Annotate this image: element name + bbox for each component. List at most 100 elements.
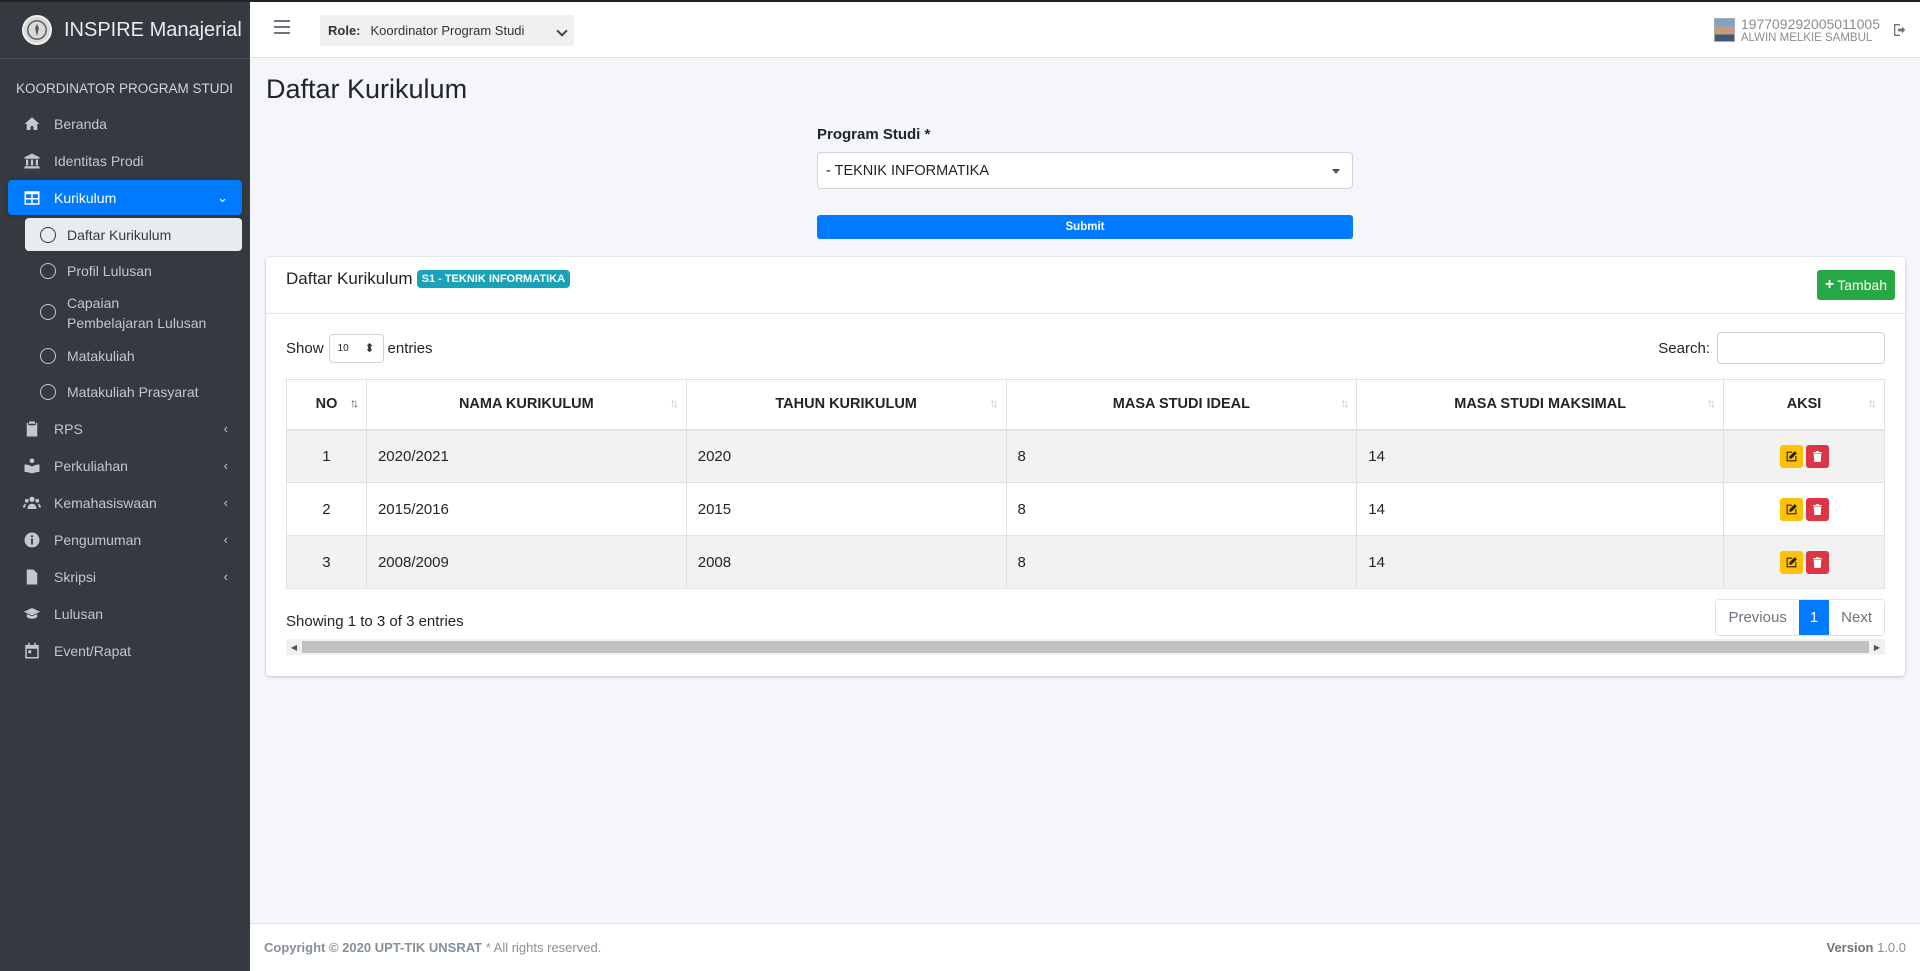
top-navbar: Role: Koordinator Program Studi 19770929… — [250, 0, 1920, 58]
sidebar-subitem-matakuliah[interactable]: Matakuliah — [25, 339, 242, 372]
footer-version: Version 1.0.0 — [1827, 940, 1907, 955]
delete-button[interactable] — [1805, 497, 1829, 521]
footer: Copyright © 2020 UPT-TIK UNSRAT * All ri… — [250, 923, 1920, 971]
user-panel[interactable]: 197709292005011005 ALWIN MELKIE SAMBUL — [1713, 16, 1880, 45]
next-button[interactable]: Next — [1829, 600, 1884, 635]
trash-icon — [1812, 450, 1822, 462]
sidebar-item-beranda[interactable]: Beranda — [8, 106, 242, 141]
sidebar-subitem-capaian-pembelajaran-lulusan[interactable]: Capaian Pembelajaran Lulusan — [25, 290, 242, 336]
sidebar-item-pengumuman[interactable]: Pengumuman ‹ — [8, 522, 242, 557]
previous-button[interactable]: Previous — [1716, 600, 1798, 635]
sidebar-item-kurikulum[interactable]: Kurikulum ⌄ — [8, 180, 242, 215]
version-value: 1.0.0 — [1873, 940, 1906, 955]
sidebar-subitem-profil-lulusan[interactable]: Profil Lulusan — [25, 254, 242, 287]
pagination: Previous 1 Next — [1715, 599, 1885, 636]
sort-icon: ↑↓ — [989, 396, 999, 410]
clipboard-icon — [22, 420, 42, 438]
cell-no: 2 — [286, 482, 367, 536]
sidebar-item-lulusan[interactable]: Lulusan — [8, 596, 242, 631]
cell-aksi — [1723, 429, 1885, 483]
chevron-left-icon: ‹ — [223, 532, 228, 547]
sidebar-subitem-label: Matakuliah — [67, 347, 135, 364]
sidebar: INSPIRE Manajerial KOORDINATOR PROGRAM S… — [0, 0, 250, 971]
sidebar-item-label: Beranda — [54, 115, 107, 132]
cell-no: 3 — [286, 535, 367, 589]
column-header-no[interactable]: NO ↑↓ — [286, 379, 367, 431]
cell-maksimal: 14 — [1356, 429, 1725, 483]
column-header-masa-studi-ideal[interactable]: MASA STUDI IDEAL ↑↓ — [1005, 379, 1358, 431]
delete-button[interactable] — [1805, 550, 1829, 574]
role-select[interactable]: Koordinator Program Studi — [371, 23, 575, 38]
sidebar-subitem-label-line1: Capaian — [67, 295, 120, 311]
circle-icon — [40, 347, 56, 364]
sort-icon: ↑↓ — [1868, 396, 1877, 410]
show-entries: Show 10 entries — [286, 334, 433, 363]
copyright-text: Copyright © 2020 UPT-TIK UNSRAT — [264, 940, 483, 955]
cell-maksimal: 14 — [1356, 535, 1725, 589]
sidebar-item-event-rapat[interactable]: Event/Rapat — [8, 633, 242, 668]
chevron-left-icon: ‹ — [223, 495, 228, 510]
plus-icon: + — [1824, 276, 1835, 293]
table-info: Showing 1 to 3 of 3 entries — [286, 613, 464, 630]
circle-icon — [40, 304, 56, 320]
circle-icon — [40, 383, 56, 400]
sidebar-item-kemahasiswaan[interactable]: Kemahasiswaan ‹ — [8, 485, 242, 520]
users-icon — [22, 494, 42, 512]
tambah-button[interactable]: + Tambah — [1816, 270, 1895, 300]
table-search: Search: — [1658, 332, 1885, 364]
calendar-icon — [22, 642, 42, 660]
logout-icon[interactable] — [1892, 22, 1910, 40]
scrollbar-thumb[interactable] — [302, 641, 1869, 653]
sidebar-subitem-daftar-kurikulum[interactable]: Daftar Kurikulum — [25, 218, 242, 251]
search-input[interactable] — [1717, 332, 1885, 364]
cell-ideal: 8 — [1005, 482, 1358, 536]
footer-copyright: Copyright © 2020 UPT-TIK UNSRAT * All ri… — [264, 940, 601, 955]
column-header-aksi[interactable]: AKSI ↑↓ — [1723, 379, 1885, 431]
page-button-current[interactable]: 1 — [1798, 600, 1830, 635]
scroll-left-icon[interactable]: ◀ — [286, 643, 302, 652]
column-header-tahun-kurikulum[interactable]: TAHUN KURIKULUM ↑↓ — [685, 379, 1007, 431]
entries-length-select[interactable]: 10 — [328, 334, 384, 363]
reader-icon — [22, 457, 42, 475]
sidebar-item-skripsi[interactable]: Skripsi ‹ — [8, 559, 242, 594]
card-title: Daftar Kurikulum S1 - TEKNIK INFORMATIKA — [286, 269, 571, 289]
scroll-right-icon[interactable]: ▶ — [1869, 643, 1885, 652]
column-header-masa-studi-maksimal[interactable]: MASA STUDI MAKSIMAL ↑↓ — [1356, 379, 1725, 431]
kurikulum-table: NO ↑↓ NAMA KURIKULUM ↑↓ TAHUN KURIKULUM ↑↓ … — [286, 379, 1885, 589]
table-row: 2 2015/2016 2015 8 14 — [286, 482, 1885, 536]
cell-ideal: 8 — [1005, 429, 1358, 483]
chevron-down-icon: ⌄ — [217, 189, 228, 205]
sort-icon: ↑↓ — [669, 396, 679, 410]
user-id: 197709292005011005 — [1740, 16, 1880, 32]
sidebar-item-label: Pengumuman — [54, 531, 142, 548]
sidebar-item-rps[interactable]: RPS ‹ — [8, 411, 242, 446]
search-label: Search: — [1658, 339, 1710, 357]
menu-toggle-icon[interactable] — [274, 20, 290, 34]
sort-icon: ↑↓ — [1340, 396, 1349, 410]
tambah-label: Tambah — [1837, 277, 1887, 293]
sidebar-item-label: RPS — [54, 420, 83, 437]
brand-link[interactable]: INSPIRE Manajerial — [0, 2, 250, 59]
sidebar-subitem-label: Matakuliah Prasyarat — [67, 383, 199, 400]
chevron-left-icon: ‹ — [223, 569, 228, 584]
program-studi-select[interactable]: - TEKNIK INFORMATIKA — [817, 152, 1353, 189]
sidebar-item-perkuliahan[interactable]: Perkuliahan ‹ — [8, 448, 242, 483]
sidebar-header: KOORDINATOR PROGRAM STUDI — [16, 81, 234, 96]
kurikulum-card: Daftar Kurikulum S1 - TEKNIK INFORMATIKA… — [266, 257, 1905, 676]
edit-button[interactable] — [1779, 497, 1803, 521]
delete-button[interactable] — [1805, 444, 1829, 468]
sidebar-subitem-matakuliah-prasyarat[interactable]: Matakuliah Prasyarat — [25, 375, 242, 408]
sidebar-item-label: Perkuliahan — [54, 457, 128, 474]
cell-nama: 2015/2016 — [365, 482, 687, 536]
sidebar-item-label: Event/Rapat — [54, 642, 132, 659]
horizontal-scrollbar[interactable]: ◀ ▶ — [286, 639, 1885, 655]
sidebar-item-identitas-prodi[interactable]: Identitas Prodi — [8, 143, 242, 178]
submit-button[interactable]: Submit — [817, 215, 1353, 239]
sidebar-item-label: Kurikulum — [54, 189, 117, 206]
edit-button[interactable] — [1779, 444, 1803, 468]
bank-icon — [22, 152, 42, 170]
table-row: 3 2008/2009 2008 8 14 — [286, 535, 1885, 589]
edit-button[interactable] — [1779, 550, 1803, 574]
brand-logo-icon — [22, 15, 52, 45]
column-header-nama-kurikulum[interactable]: NAMA KURIKULUM ↑↓ — [365, 379, 687, 431]
